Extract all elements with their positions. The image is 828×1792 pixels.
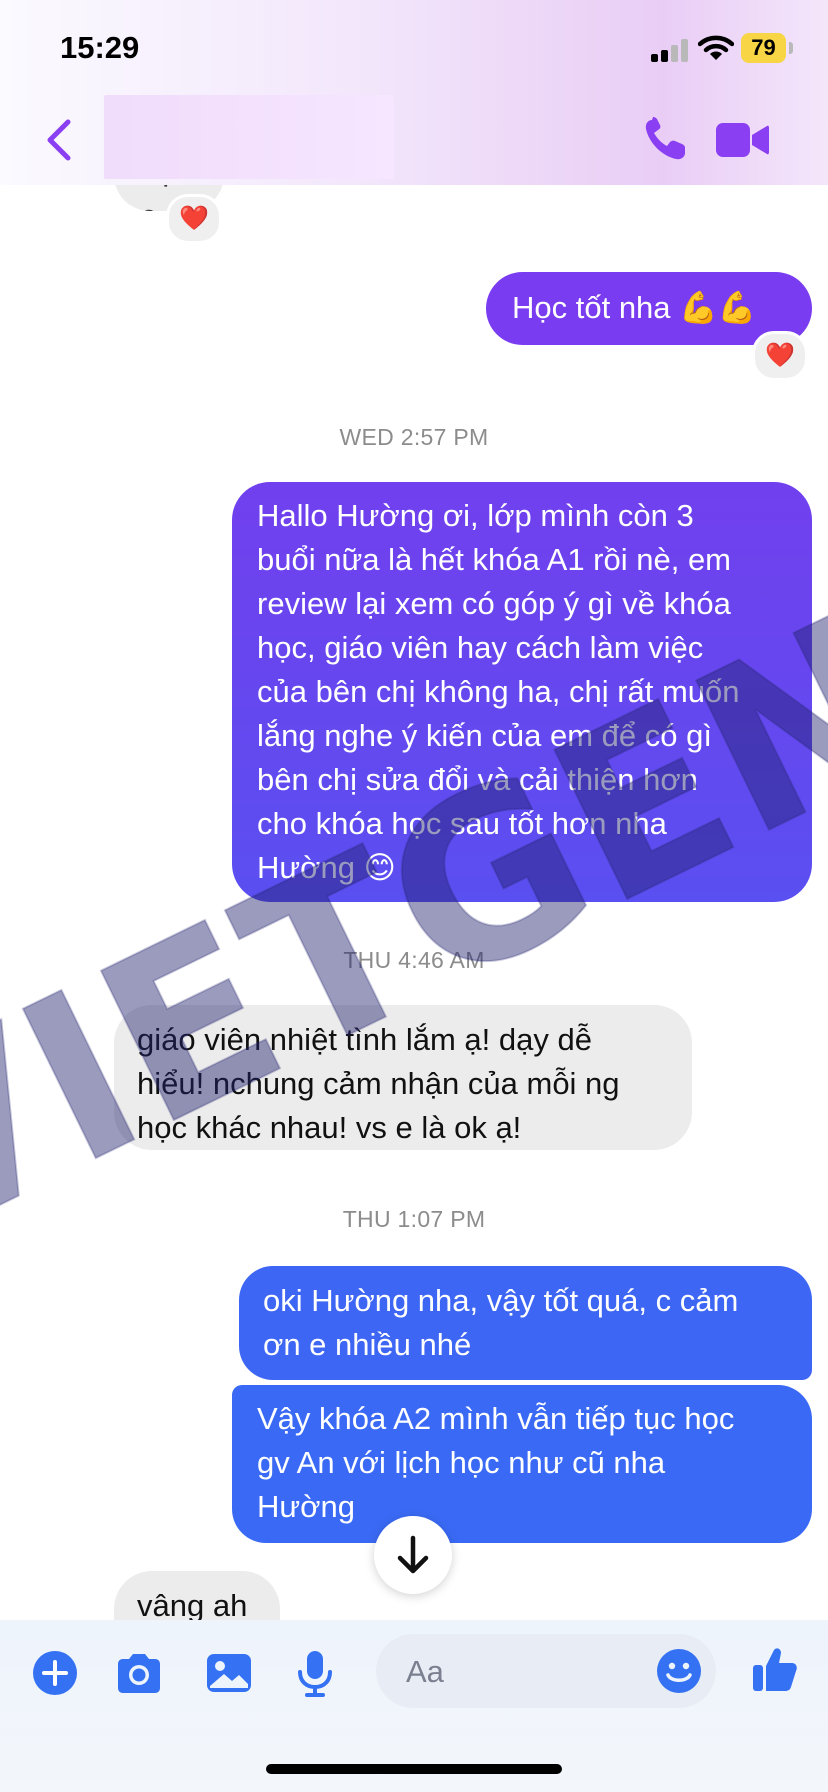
outgoing-message[interactable]: Hallo Hường ơi, lớp mình còn 3 buổi nữa … (232, 482, 812, 902)
phone-icon[interactable] (640, 115, 690, 165)
timestamp: THU 4:46 AM (343, 947, 485, 973)
heart-reaction-icon[interactable]: ❤️ (752, 331, 808, 381)
plus-circle-icon[interactable] (30, 1648, 80, 1698)
image-icon[interactable] (204, 1648, 254, 1698)
heart-reaction-icon[interactable]: ❤️ (166, 194, 222, 244)
wifi-icon (698, 35, 734, 60)
outgoing-message[interactable]: Vậy khóa A2 mình vẫn tiếp tục học gv An … (232, 1385, 812, 1543)
outgoing-message[interactable]: oki Hường nha, vậy tốt quá, c cảm ơn e n… (239, 1266, 812, 1380)
timestamp: WED 2:57 PM (339, 424, 489, 450)
status-time: 15:29 (60, 30, 140, 65)
incoming-message[interactable]: vâng ah (114, 1571, 280, 1620)
video-camera-icon[interactable] (714, 120, 770, 160)
timestamp: THU 1:07 PM (342, 1206, 486, 1232)
home-indicator[interactable] (266, 1764, 562, 1774)
thumbs-up-icon[interactable] (750, 1644, 800, 1694)
arrow-down-icon (397, 1535, 429, 1574)
camera-icon[interactable] (114, 1648, 164, 1698)
battery-indicator: 79 (741, 33, 786, 63)
message-list[interactable]: dạ e ❤️ Học tốt nha 💪💪 ❤️ WED 2:57 PM Ha… (0, 185, 828, 1620)
contact-name-redacted[interactable] (104, 95, 394, 179)
cellular-signal-icon (651, 38, 689, 62)
scroll-to-bottom-button[interactable] (374, 1516, 452, 1594)
incoming-message[interactable]: giáo viên nhiệt tình lắm ạ! dạy dễ hiểu!… (114, 1005, 692, 1150)
chevron-left-icon[interactable] (40, 118, 80, 162)
microphone-icon[interactable] (290, 1648, 340, 1698)
emoji-icon[interactable] (654, 1646, 704, 1696)
battery-tip (789, 42, 793, 54)
message-input-placeholder: Aa (406, 1654, 444, 1689)
